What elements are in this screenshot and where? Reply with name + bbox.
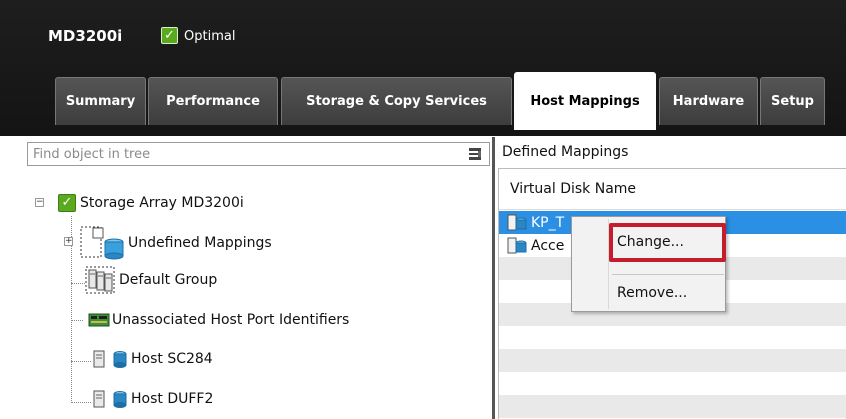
tree-search-box[interactable] xyxy=(27,142,490,166)
tree-connector xyxy=(71,283,85,284)
tab-performance[interactable]: Performance xyxy=(148,77,278,125)
tree-item-label: Undefined Mappings xyxy=(128,235,272,251)
tab-storage-copy-services[interactable]: Storage & Copy Services xyxy=(281,77,512,125)
tree-item-host-sc284[interactable]: Host SC284 xyxy=(92,348,213,370)
row-name: Acce xyxy=(531,237,565,254)
tree-item-host-duff2[interactable]: Host DUFF2 xyxy=(92,388,213,410)
expand-toggle[interactable]: + xyxy=(64,237,73,246)
tree-item-label: Host SC284 xyxy=(131,351,213,367)
tab-label: Storage & Copy Services xyxy=(306,94,487,109)
tree-item-label: Host DUFF2 xyxy=(131,391,214,407)
host-icon xyxy=(93,390,127,408)
empty-row xyxy=(499,326,846,349)
tab-host-mappings[interactable]: Host Mappings xyxy=(514,72,656,130)
tree-connector xyxy=(71,361,91,362)
object-tree-panel: − ✓ Storage Array MD3200i + Undefined Ma… xyxy=(0,137,495,419)
tab-label: Setup xyxy=(771,94,814,109)
tab-label: Performance xyxy=(166,94,260,109)
tab-hardware[interactable]: Hardware xyxy=(659,77,758,125)
tab-label: Hardware xyxy=(672,94,745,109)
collapse-toggle[interactable]: − xyxy=(35,198,44,207)
tab-label: Host Mappings xyxy=(530,94,640,109)
host-icon xyxy=(93,350,127,368)
tree-item-storage-array[interactable]: ✓ Storage Array MD3200i xyxy=(58,192,244,214)
array-name: MD3200i xyxy=(48,27,123,45)
tree-connector xyxy=(71,402,91,403)
tree-connector xyxy=(71,320,83,321)
tab-summary[interactable]: Summary xyxy=(55,77,146,125)
column-header-virtual-disk-name[interactable]: Virtual Disk Name xyxy=(499,169,846,210)
empty-row xyxy=(499,349,846,372)
undefined-mappings-icon xyxy=(80,226,124,260)
tab-setup[interactable]: Setup xyxy=(760,77,825,125)
row-name: KP_T xyxy=(531,214,565,231)
empty-row xyxy=(499,395,846,418)
tree-item-label: Default Group xyxy=(119,272,218,288)
check-icon: ✓ xyxy=(58,194,76,212)
menu-item-remove[interactable]: Remove... xyxy=(617,285,687,301)
tree-item-label: Unassociated Host Port Identifiers xyxy=(112,312,350,328)
tree-item-unassociated-host-ports[interactable]: Unassociated Host Port Identifiers xyxy=(88,309,349,331)
callout-highlight-box xyxy=(609,223,726,262)
tab-label: Summary xyxy=(65,94,136,109)
tree-item-undefined-mappings[interactable]: Undefined Mappings xyxy=(80,226,272,260)
panel-title: Defined Mappings xyxy=(502,144,629,160)
menu-separator xyxy=(612,274,724,275)
empty-row xyxy=(499,372,846,395)
mapping-icon xyxy=(507,214,527,230)
tree-item-default-group[interactable]: Default Group xyxy=(85,266,218,294)
mapping-icon xyxy=(507,237,527,253)
tree-search-input[interactable] xyxy=(28,143,448,165)
top-bar: MD3200i ✓ Optimal Summary Performance St… xyxy=(0,0,846,136)
status-check-icon: ✓ xyxy=(161,27,178,44)
tree-filter-icon[interactable] xyxy=(467,146,483,162)
status-text: Optimal xyxy=(184,29,236,44)
port-card-icon xyxy=(88,313,110,327)
host-group-icon xyxy=(85,266,115,294)
tree-item-label: Storage Array MD3200i xyxy=(80,195,244,211)
